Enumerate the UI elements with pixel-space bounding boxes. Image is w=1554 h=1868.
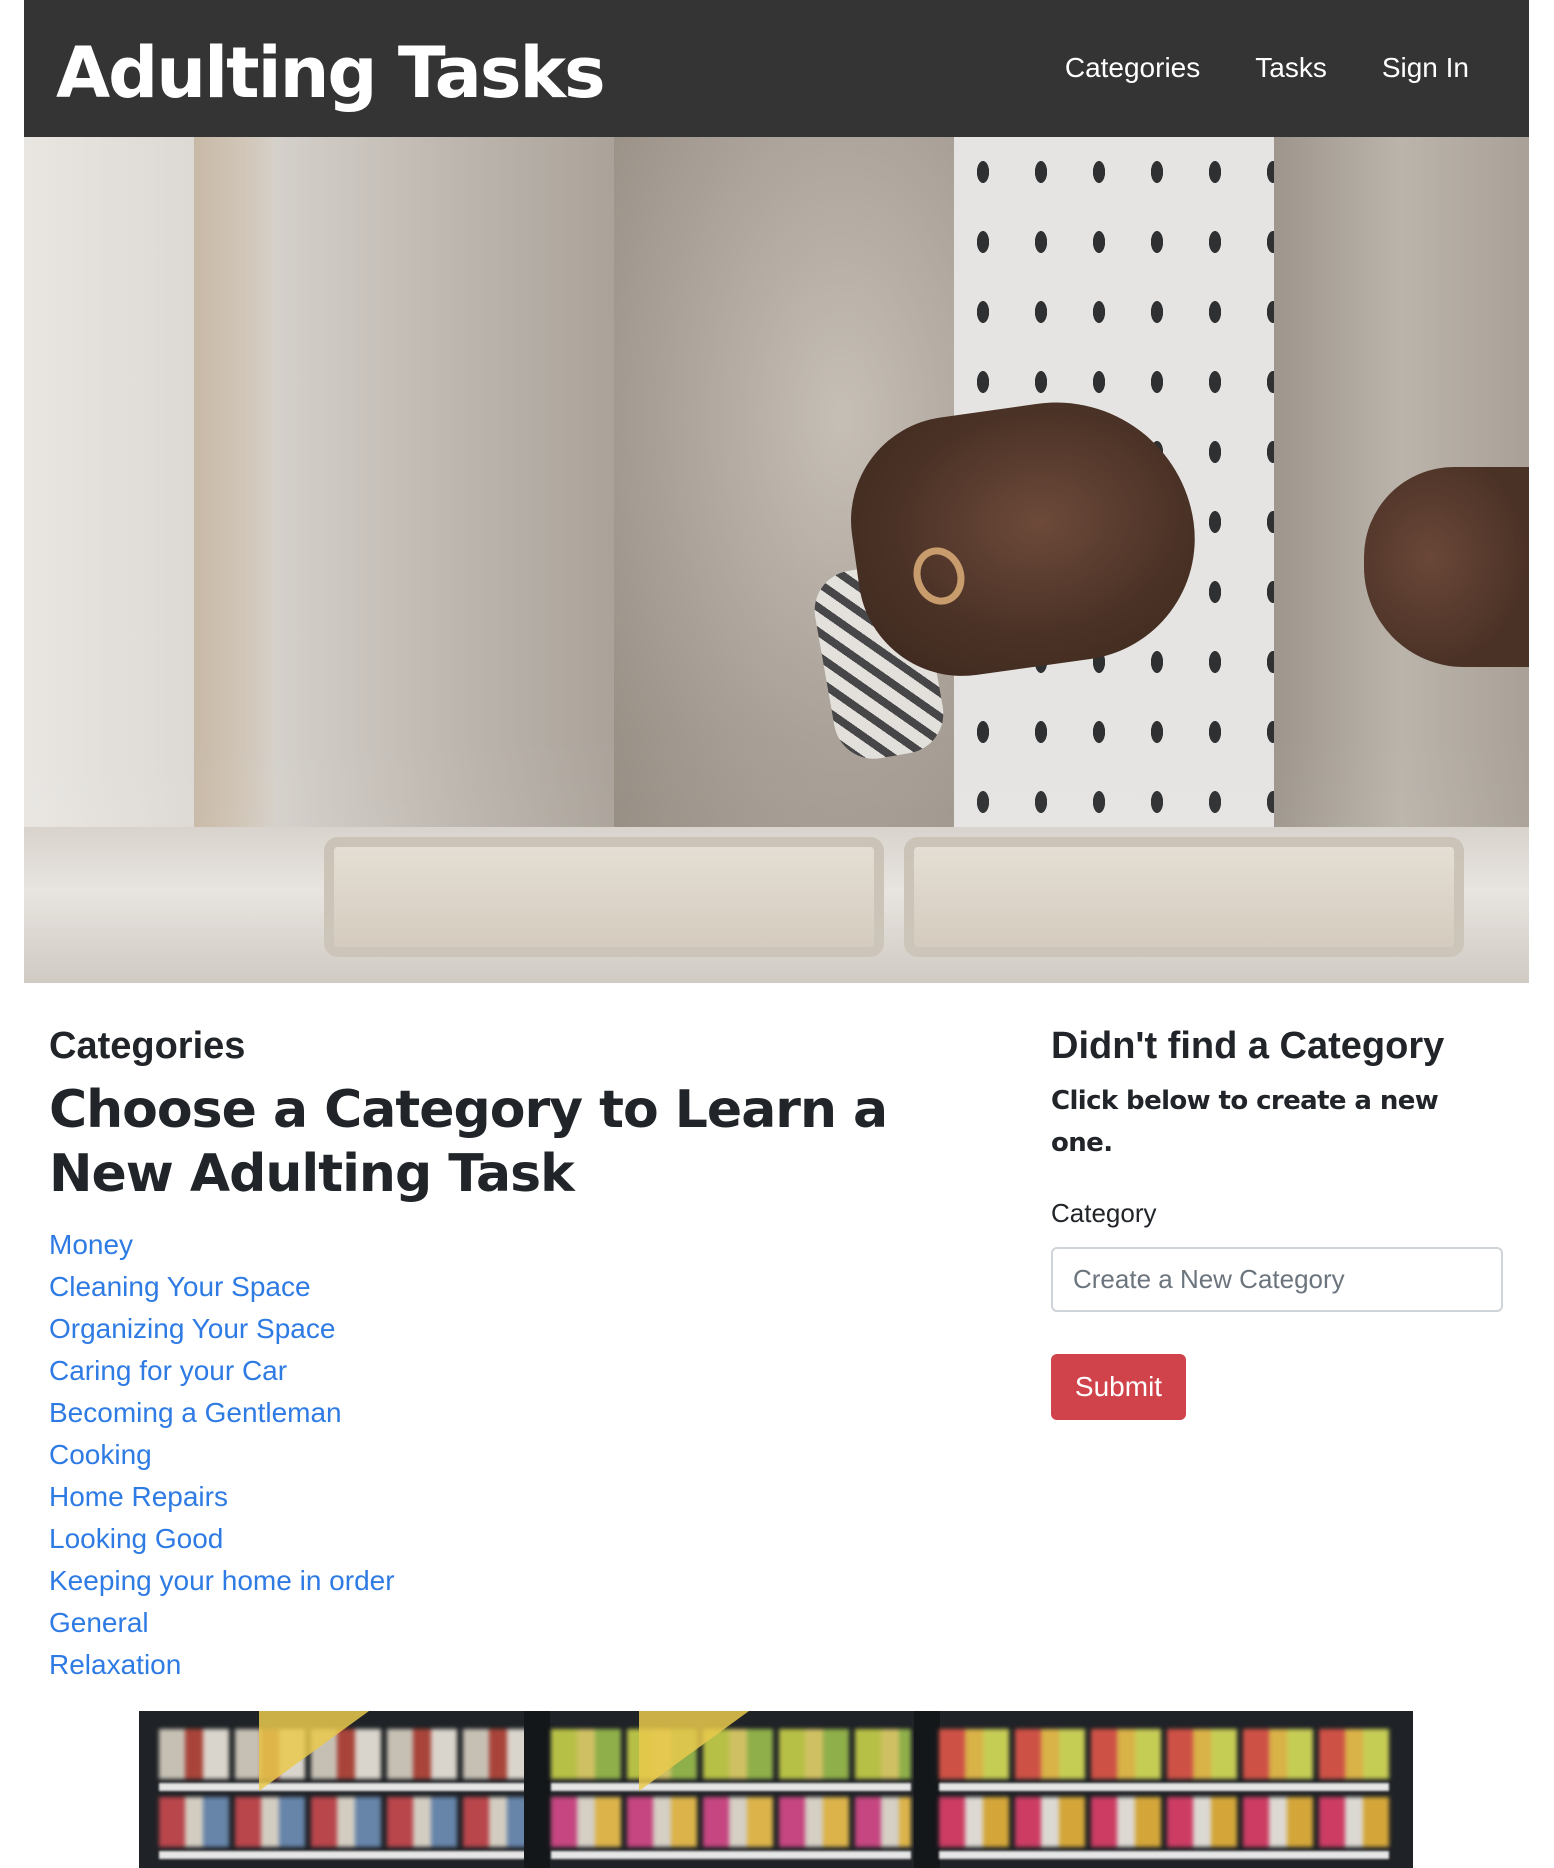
shelf-edge (159, 1851, 529, 1859)
shelf-edge (939, 1851, 1389, 1859)
list-item: Becoming a Gentleman (49, 1393, 395, 1435)
price-tag-shape (639, 1711, 749, 1791)
price-tag-shape (259, 1711, 369, 1791)
list-item: Organizing Your Space (49, 1309, 395, 1351)
shelf-divider (914, 1711, 940, 1868)
nav-link-sign-in[interactable]: Sign In (1382, 48, 1469, 88)
hero-image (24, 137, 1529, 983)
nav-link-tasks[interactable]: Tasks (1255, 48, 1327, 88)
shelf-divider (524, 1711, 550, 1868)
list-item: Keeping your home in order (49, 1561, 395, 1603)
category-link-relaxation[interactable]: Relaxation (49, 1649, 181, 1680)
page: Adulting Tasks Categories Tasks Sign In … (0, 0, 1554, 1868)
list-item: Relaxation (49, 1645, 395, 1687)
shelf-row (159, 1797, 529, 1847)
category-link-organizing-your-space[interactable]: Organizing Your Space (49, 1313, 335, 1344)
page-title: Choose a Category to Learn a New Adultin… (49, 1080, 888, 1204)
category-link-looking-good[interactable]: Looking Good (49, 1523, 223, 1554)
shelf-edge (551, 1851, 911, 1859)
section-label: Categories (49, 1025, 246, 1067)
list-item: Caring for your Car (49, 1351, 395, 1393)
category-list: Money Cleaning Your Space Organizing You… (49, 1225, 395, 1687)
nav-link-categories[interactable]: Categories (1065, 48, 1200, 88)
category-link-cleaning-your-space[interactable]: Cleaning Your Space (49, 1271, 311, 1302)
category-link-money[interactable]: Money (49, 1229, 133, 1260)
category-link-home-repairs[interactable]: Home Repairs (49, 1481, 228, 1512)
shelf-unit (939, 1711, 1389, 1868)
brand-logo[interactable]: Adulting Tasks (56, 28, 606, 118)
new-category-heading: Didn't find a Category (1051, 1025, 1445, 1067)
list-item: Money (49, 1225, 395, 1267)
shelf-row (939, 1729, 1389, 1779)
category-link-keeping-home-in-order[interactable]: Keeping your home in order (49, 1565, 395, 1596)
category-link-cooking[interactable]: Cooking (49, 1439, 152, 1470)
category-link-becoming-a-gentleman[interactable]: Becoming a Gentleman (49, 1397, 342, 1428)
submit-button[interactable]: Submit (1051, 1354, 1186, 1420)
list-item: Cooking (49, 1435, 395, 1477)
category-link-caring-for-your-car[interactable]: Caring for your Car (49, 1355, 287, 1386)
new-category-subheading: Click below to create a new one. (1051, 1086, 1439, 1158)
category-field-label: Category (1051, 1198, 1157, 1228)
shelf-row (939, 1797, 1389, 1847)
category-link-general[interactable]: General (49, 1607, 149, 1638)
nav-links: Categories Tasks Sign In (1065, 48, 1469, 88)
grocery-shelf-image (139, 1711, 1413, 1868)
new-category-input[interactable] (1051, 1247, 1503, 1312)
hero-overlay (24, 137, 1529, 983)
list-item: Looking Good (49, 1519, 395, 1561)
shelf-edge (939, 1783, 1389, 1791)
list-item: General (49, 1603, 395, 1645)
list-item: Cleaning Your Space (49, 1267, 395, 1309)
shelf-row (551, 1797, 911, 1847)
list-item: Home Repairs (49, 1477, 395, 1519)
navbar: Adulting Tasks Categories Tasks Sign In (24, 0, 1529, 137)
